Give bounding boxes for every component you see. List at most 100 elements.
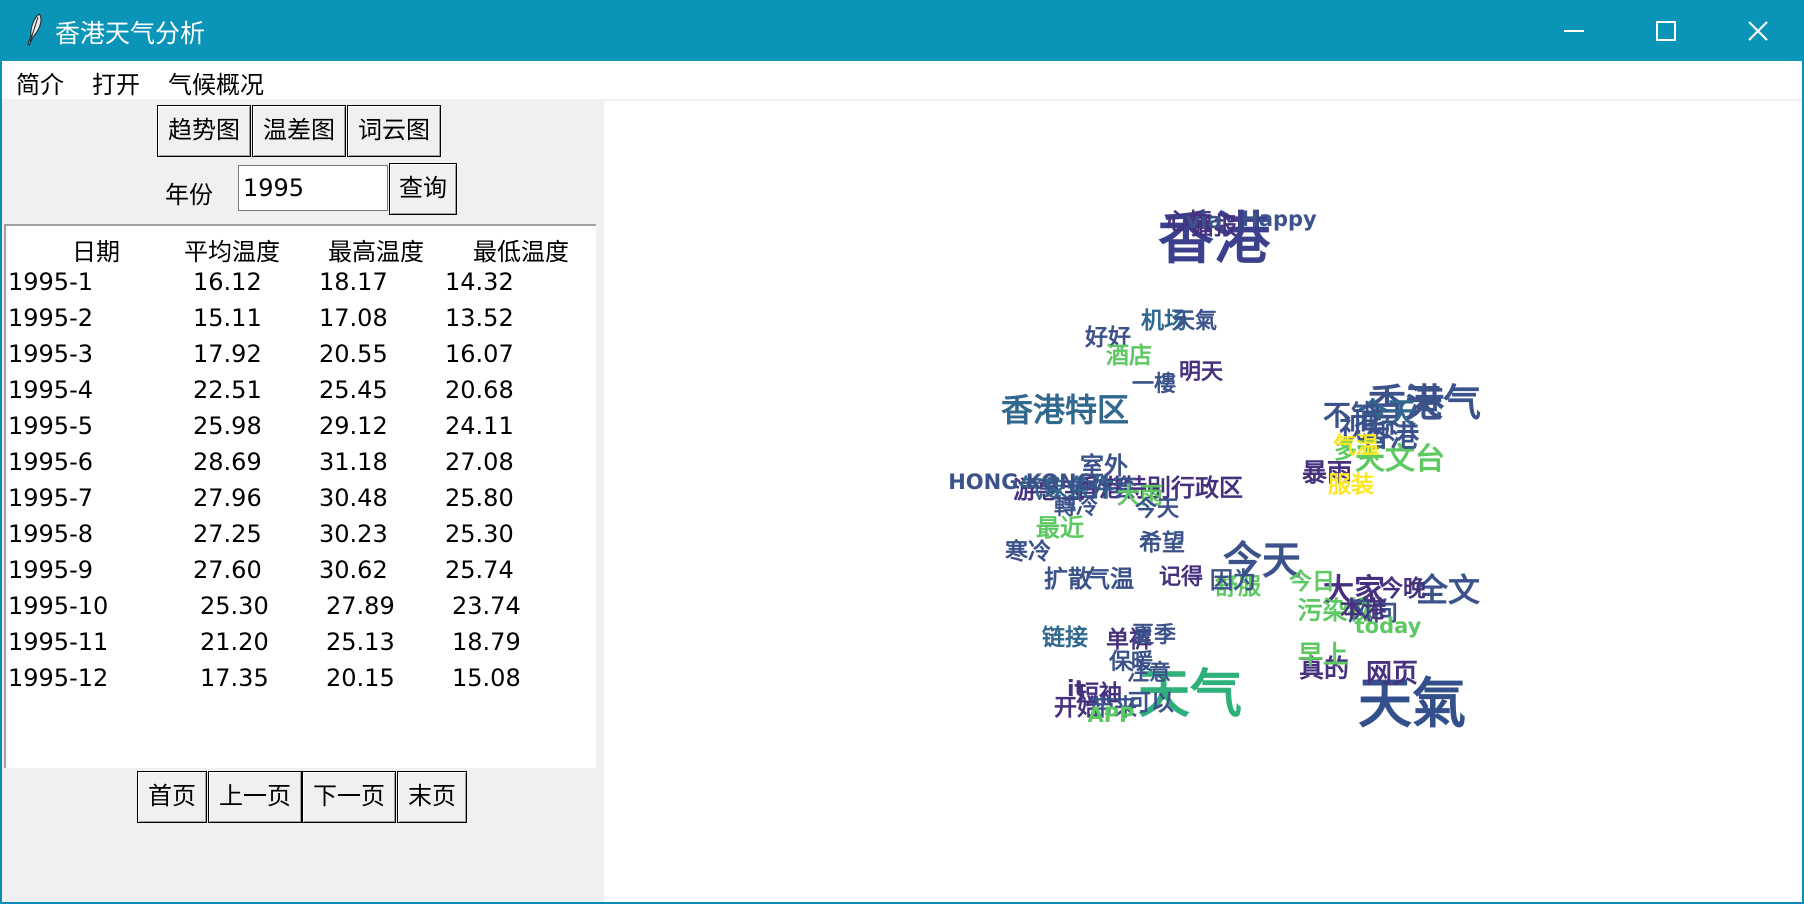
menu-climate-overview[interactable]: 气候概况 (168, 65, 264, 100)
cell-max: 25.45 (319, 376, 388, 404)
cell-min: 20.68 (445, 376, 514, 404)
cell-date: 1995-8 (8, 520, 94, 548)
column-header-max-temp: 最高温度 (328, 238, 424, 266)
cell-date: 1995-4 (8, 376, 94, 404)
minimize-button[interactable] (1528, 0, 1620, 61)
cell-min: 27.08 (445, 448, 514, 476)
word-cloud-word: Happy (1241, 207, 1317, 231)
word-cloud-word: APP (1087, 703, 1134, 727)
word-cloud-button[interactable]: 词云图 (347, 105, 441, 157)
word-cloud-word: 一樓 (1132, 372, 1176, 397)
first-page-button[interactable]: 首页 (137, 771, 207, 823)
menu-intro[interactable]: 简介 (16, 65, 64, 100)
table-row[interactable]: 1995-10 25.30 27.89 23.74 (6, 592, 596, 628)
word-cloud-word: 链接 (1042, 624, 1088, 651)
close-button[interactable] (1712, 0, 1804, 61)
table-row[interactable]: 1995-1 16.12 18.17 14.32 (6, 268, 596, 304)
word-cloud-canvas: 香港 天氣 天气 今天 天气 香港 香港特区 全文 大家 天文台 今天 香港 不错 视频 网页 暴雨 真的 早上污… (604, 101, 1802, 902)
cell-min: 18.79 (452, 628, 521, 656)
close-icon (1748, 21, 1768, 41)
table-row[interactable]: 1995-4 22.51 25.45 20.68 (6, 376, 596, 412)
cell-avg: 17.35 (200, 664, 269, 692)
window-title: 香港天气分析 (55, 19, 206, 48)
cell-min: 24.11 (445, 412, 514, 440)
previous-page-button[interactable]: 上一页 (208, 771, 302, 823)
cell-max: 30.62 (319, 556, 388, 584)
word-cloud-word: 气温 (1085, 565, 1134, 593)
cell-min: 13.52 (445, 304, 514, 332)
menu-open[interactable]: 打开 (92, 65, 140, 100)
table-row[interactable]: 1995-7 27.96 30.48 25.80 (6, 484, 596, 520)
cell-avg: 27.25 (193, 520, 262, 548)
cell-avg: 21.20 (200, 628, 269, 656)
cell-avg: 28.69 (193, 448, 262, 476)
column-header-avg-temp: 平均温度 (184, 238, 280, 266)
temperature-difference-button[interactable]: 温差图 (252, 105, 346, 157)
cell-min: 25.30 (445, 520, 514, 548)
cell-max: 25.13 (326, 628, 395, 656)
word-cloud-word: 希望 (1139, 529, 1185, 556)
cell-avg: 17.92 (193, 340, 262, 368)
cell-min: 23.74 (452, 592, 521, 620)
cell-min: 25.80 (445, 484, 514, 512)
word-cloud-word: 气温 (1332, 432, 1379, 459)
query-button[interactable]: 查询 (389, 163, 457, 215)
table-row[interactable]: 1995-3 17.92 20.55 16.07 (6, 340, 596, 376)
cell-avg: 25.98 (193, 412, 262, 440)
word-cloud-word: 今日 (1289, 568, 1335, 595)
cell-date: 1995-10 (8, 592, 109, 620)
table-row[interactable]: 1995-2 15.11 17.08 13.52 (6, 304, 596, 340)
word-cloud-word: 酒店 (1106, 343, 1152, 369)
column-header-date: 日期 (72, 238, 120, 266)
cell-date: 1995-1 (8, 268, 94, 296)
word-cloud: 香港天氣天气今天天气香港香港特区全文大家天文台今天香港不错视频网页暴雨真的早上污… (948, 207, 1481, 735)
app-feather-icon (27, 13, 42, 46)
table-row[interactable]: 1995-5 25.98 29.12 24.11 (6, 412, 596, 448)
cell-max: 30.48 (319, 484, 388, 512)
maximize-button[interactable] (1620, 0, 1712, 61)
word-cloud-word: 明天 (1179, 360, 1224, 385)
word-cloud-word: 今天 (1135, 496, 1180, 522)
cell-max: 20.15 (326, 664, 395, 692)
cell-avg: 22.51 (193, 376, 262, 404)
cell-date: 1995-11 (8, 628, 109, 656)
cell-avg: 25.30 (200, 592, 269, 620)
cell-max: 17.08 (319, 304, 388, 332)
table-row[interactable]: 1995-11 21.20 25.13 18.79 (6, 628, 596, 664)
word-cloud-word: 夏季 (1132, 623, 1176, 648)
cell-avg: 27.60 (193, 556, 262, 584)
table-row[interactable]: 1995-9 27.60 30.62 25.74 (6, 556, 596, 592)
word-cloud-word: 可以 (1128, 690, 1174, 716)
word-cloud-word: 天氣 (1173, 308, 1217, 334)
last-page-button[interactable]: 末页 (397, 771, 467, 823)
title-bar: 香港天气分析 (0, 0, 1804, 61)
cell-date: 1995-3 (8, 340, 94, 368)
minimize-icon (1564, 30, 1584, 32)
table-row[interactable]: 1995-12 17.35 20.15 15.08 (6, 664, 596, 700)
client-area: 简介 打开 气候概况 趋势图 温差图 词云图 年份 查询 日期 平均温度 最高温… (2, 61, 1802, 902)
cell-min: 15.08 (452, 664, 521, 692)
cell-date: 1995-5 (8, 412, 94, 440)
maximize-icon (1656, 21, 1676, 41)
cell-avg: 16.12 (193, 268, 262, 296)
column-header-min-temp: 最低温度 (473, 238, 569, 266)
word-cloud-word: 今晚 (1380, 575, 1426, 602)
year-input[interactable] (238, 165, 388, 211)
trend-chart-button[interactable]: 趋势图 (157, 105, 251, 157)
cell-avg: 15.11 (193, 304, 262, 332)
word-cloud-word: 寒冷 (1005, 538, 1051, 565)
word-cloud-word: 香港特区 (1001, 391, 1129, 429)
table-row[interactable]: 1995-6 28.69 31.18 27.08 (6, 448, 596, 484)
word-cloud-word: 注意 (1127, 660, 1171, 686)
word-cloud-word: 网页 (1366, 659, 1418, 689)
table-row[interactable]: 1995-8 27.25 30.23 25.30 (6, 520, 596, 556)
cell-max: 27.89 (326, 592, 395, 620)
menu-bar: 简介 打开 气候概况 (2, 61, 1802, 99)
word-cloud-word: HONG KONG (948, 470, 1094, 494)
cell-date: 1995-6 (8, 448, 94, 476)
word-cloud-word: via (1186, 209, 1223, 234)
cell-date: 1995-2 (8, 304, 94, 332)
next-page-button[interactable]: 下一页 (302, 771, 396, 823)
word-cloud-word: 因为 (1210, 568, 1256, 594)
cell-date: 1995-7 (8, 484, 94, 512)
